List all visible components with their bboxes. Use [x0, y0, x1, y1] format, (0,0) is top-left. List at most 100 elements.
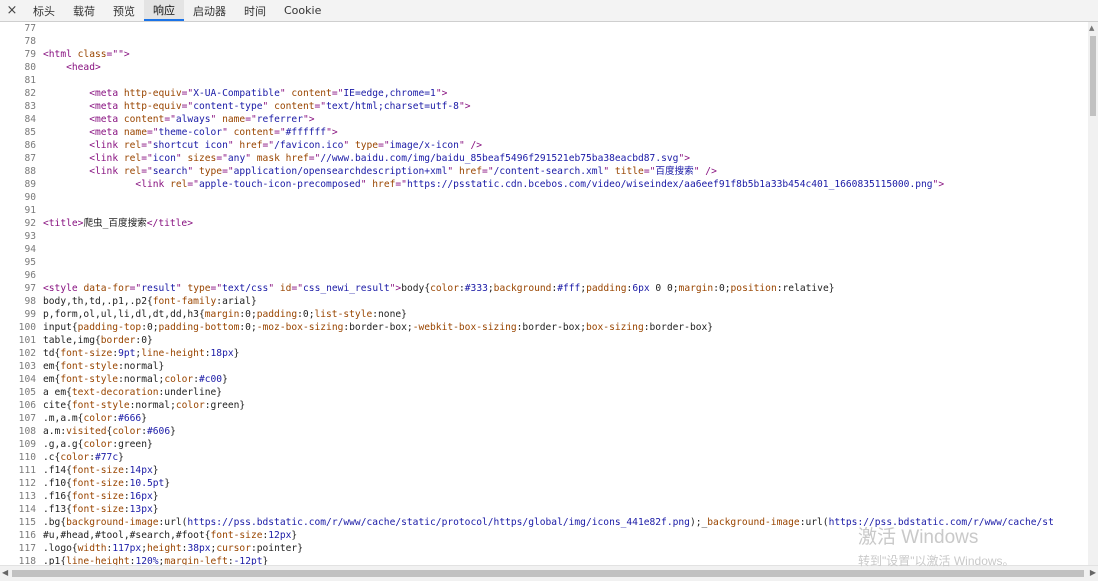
source-line: 78 — [0, 35, 1088, 48]
code-token: cite{ — [43, 400, 72, 411]
code-token: padding — [586, 283, 627, 294]
code-token: " — [210, 114, 223, 125]
code-token: 0 0; — [649, 283, 679, 294]
code-token: =" — [222, 166, 234, 177]
code-token: #u,#head,#tool,#search,#foot{ — [43, 530, 211, 541]
line-code: <meta content="always" name="referrer"> — [43, 113, 315, 126]
line-code: .g,a.g{color:green} — [43, 438, 153, 451]
source-line: 107 .m,a.m{color:#666} — [0, 412, 1088, 425]
line-code: cite{font-style:normal;color:green} — [43, 399, 245, 412]
tab-timing[interactable]: 时间 — [235, 0, 275, 21]
scroll-right-icon[interactable]: ▶ — [1090, 568, 1096, 577]
code-token: apple-touch-icon-precomposed — [198, 179, 361, 190]
line-number: 85 — [24, 127, 36, 138]
code-token: href — [458, 166, 483, 177]
code-token: } — [291, 530, 298, 541]
code-token: "> — [302, 114, 315, 125]
code-token: 12px — [268, 530, 292, 541]
line-number: 117 — [18, 543, 36, 554]
code-token: border — [100, 335, 136, 346]
source-line: 105 a em{text-decoration:underline} — [0, 386, 1088, 399]
code-token: =" — [216, 153, 228, 164]
line-number: 114 — [18, 504, 36, 515]
line-number: 82 — [24, 88, 36, 99]
tab-headers[interactable]: 标头 — [24, 0, 64, 21]
line-number: 88 — [24, 166, 36, 177]
line-number: 92 — [24, 218, 36, 229]
code-token: color — [430, 283, 459, 294]
code-token: theme-color — [158, 127, 223, 138]
tab-payload[interactable]: 载荷 — [64, 0, 104, 21]
response-source-view[interactable]: 77 78 79 <html class=""> 80 <head> 81 82 <meta… — [0, 22, 1088, 566]
code-token: margin — [204, 309, 240, 320]
code-token: -moz-box-sizing — [256, 322, 344, 333]
line-number: 99 — [24, 309, 36, 320]
code-token: image/x-icon — [389, 140, 459, 151]
code-token: icon — [152, 153, 176, 164]
code-token: <meta — [89, 88, 124, 99]
source-line: 96 — [0, 269, 1088, 282]
code-token: } — [118, 452, 124, 463]
scroll-left-icon[interactable]: ◀ — [2, 568, 8, 577]
code-token: =" — [308, 153, 321, 164]
code-token: "> — [118, 49, 130, 60]
code-token: =" — [141, 140, 153, 151]
code-token: -webkit-box-sizing — [412, 322, 517, 333]
code-token: css_newi_result — [303, 283, 390, 294]
code-token: class — [77, 49, 107, 60]
line-number: 105 — [18, 387, 36, 398]
vertical-scrollbar[interactable]: ▲ — [1088, 22, 1098, 566]
code-token: :green} — [112, 439, 153, 450]
tab-cookie[interactable]: Cookie — [275, 0, 330, 21]
code-token: title — [614, 166, 644, 177]
line-code: .f13{font-size:13px} — [43, 503, 159, 516]
tab-preview[interactable]: 预览 — [104, 0, 144, 21]
line-number: 77 — [24, 23, 36, 34]
code-token: .c{ — [43, 452, 61, 463]
source-line: 109 .g,a.g{color:green} — [0, 438, 1088, 451]
line-number: 81 — [24, 75, 36, 86]
code-token: =" — [129, 283, 142, 294]
code-token: <html — [43, 49, 78, 60]
source-line: 81 — [0, 74, 1088, 87]
code-token: .logo{ — [43, 543, 78, 554]
line-number: 106 — [18, 400, 36, 411]
vertical-scroll-thumb[interactable] — [1090, 36, 1096, 116]
tab-initiator[interactable]: 启动器 — [184, 0, 235, 21]
code-token: em{ — [43, 374, 61, 385]
code-token: content — [291, 88, 332, 99]
line-code: <html class=""> — [43, 48, 130, 61]
code-token: =" — [378, 140, 390, 151]
line-number: 91 — [24, 205, 36, 216]
source-line: 103 em{font-style:normal} — [0, 360, 1088, 373]
close-icon[interactable]: × — [0, 0, 24, 21]
horizontal-scroll-thumb[interactable] — [12, 570, 1084, 577]
code-token: <meta — [89, 114, 124, 125]
line-number: 100 — [18, 322, 36, 333]
line-code: <link rel="apple-touch-icon-precomposed"… — [43, 178, 944, 191]
line-code: .c{color:#77c} — [43, 451, 124, 464]
code-token: background-image — [707, 517, 800, 528]
code-token: color — [60, 452, 90, 463]
code-token: type — [198, 166, 223, 177]
source-line: 77 — [0, 22, 1088, 35]
source-line: 80 <head> — [0, 61, 1088, 74]
code-token: :0} — [135, 335, 153, 346]
tab-response[interactable]: 响应 — [144, 0, 184, 21]
code-token: :url( — [158, 517, 188, 528]
line-number: 107 — [18, 413, 36, 424]
line-number: 97 — [24, 283, 36, 294]
line-number: 78 — [24, 36, 36, 47]
code-token: application/opensearchdescription+xml — [233, 166, 448, 177]
source-line: 83 <meta http-equiv="content-type" conte… — [0, 100, 1088, 113]
code-token: :url( — [799, 517, 829, 528]
scroll-up-icon[interactable]: ▲ — [1089, 24, 1094, 32]
code-token: <meta — [89, 101, 124, 112]
code-token: #fff — [557, 283, 581, 294]
horizontal-scrollbar[interactable]: ◀ ▶ — [0, 565, 1098, 581]
code-token: referrer — [256, 114, 303, 125]
source-line: 102 td{font-size:9pt;line-height:18px} — [0, 347, 1088, 360]
source-line: 79 <html class=""> — [0, 48, 1088, 61]
